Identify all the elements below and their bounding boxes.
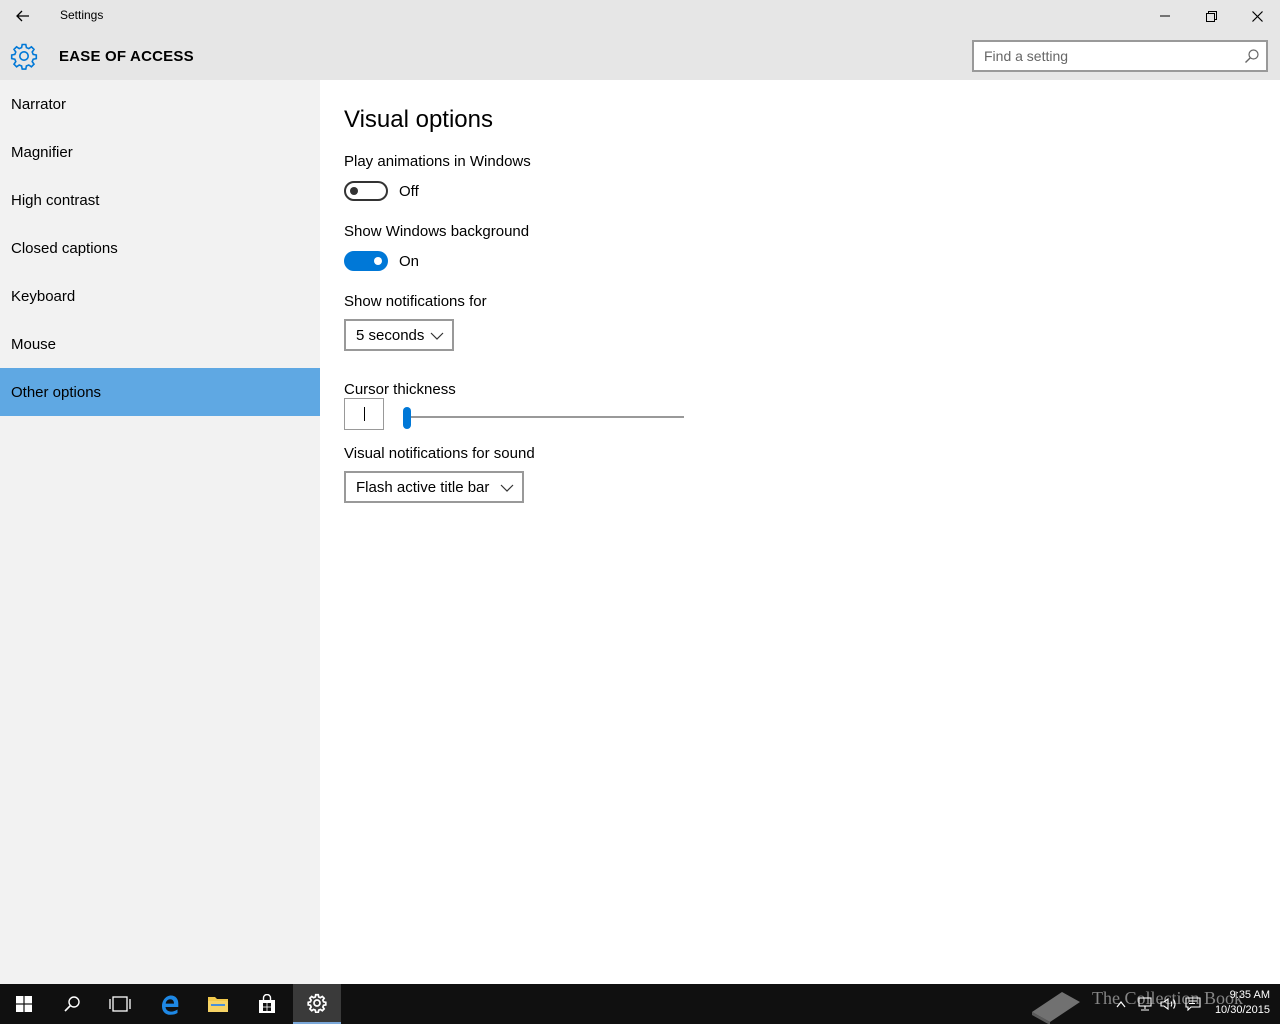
window-title: Settings [60, 8, 104, 22]
taskbar-search-button[interactable] [48, 984, 96, 1024]
watermark-book-icon [1032, 992, 1080, 1024]
main-content: Visual options Play animations in Window… [320, 80, 1280, 984]
sidebar-item-mouse[interactable]: Mouse [0, 320, 320, 368]
page-title: Visual options [344, 106, 493, 133]
close-button[interactable] [1234, 0, 1280, 32]
taskbar-clock[interactable]: 9:35 AM 10/30/2015 [1206, 988, 1270, 1018]
task-view-button[interactable] [96, 984, 144, 1024]
sidebar: Narrator Magnifier High contrast Closed … [0, 80, 320, 984]
sidebar-item-closed-captions[interactable]: Closed captions [0, 224, 320, 272]
back-button[interactable] [0, 0, 46, 32]
animations-state: Off [399, 183, 419, 200]
background-label: Show Windows background [344, 223, 530, 240]
search-icon[interactable] [1244, 48, 1260, 64]
animations-toggle[interactable] [344, 181, 388, 201]
text-cursor [364, 407, 365, 421]
sound-dropdown[interactable]: Flash active title bar [344, 471, 524, 503]
animations-label: Play animations in Windows [344, 153, 531, 170]
chevron-up-icon [1116, 1001, 1126, 1008]
notifications-label: Show notifications for [344, 293, 487, 310]
background-toggle[interactable] [344, 251, 388, 271]
edge-button[interactable] [146, 984, 194, 1024]
search-box[interactable] [972, 40, 1268, 72]
notifications-dropdown[interactable]: 5 seconds [344, 319, 454, 351]
chevron-down-icon [430, 332, 444, 340]
cursor-thickness-track[interactable] [406, 416, 684, 418]
action-center-button[interactable] [1182, 984, 1204, 1024]
search-icon [64, 996, 80, 1012]
cursor-preview [344, 398, 384, 430]
restore-button[interactable] [1188, 0, 1234, 32]
section-title: EASE OF ACCESS [59, 48, 194, 65]
clock-time: 9:35 AM [1229, 989, 1270, 1001]
sidebar-item-keyboard[interactable]: Keyboard [0, 272, 320, 320]
title-bar: Settings [0, 0, 1280, 32]
store-button[interactable] [243, 984, 291, 1024]
taskbar: The Collection Book 9:35 AM 10/30/2015 [0, 984, 1280, 1024]
background-state: On [399, 253, 420, 270]
sidebar-item-high-contrast[interactable]: High contrast [0, 176, 320, 224]
clock-date: 10/30/2015 [1214, 1004, 1270, 1016]
cursor-thickness-thumb[interactable] [403, 407, 411, 429]
start-button[interactable] [0, 984, 48, 1024]
network-icon [1138, 997, 1152, 1011]
action-center-icon [1185, 997, 1201, 1011]
network-button[interactable] [1134, 984, 1156, 1024]
sound-label: Visual notifications for sound [344, 445, 535, 462]
file-explorer-button[interactable] [194, 984, 242, 1024]
page-header: EASE OF ACCESS [0, 32, 1280, 80]
minimize-icon [1160, 15, 1170, 17]
task-view-icon [109, 996, 131, 1012]
chevron-down-icon [500, 484, 514, 492]
settings-icon [307, 993, 327, 1013]
toggle-knob [350, 187, 358, 195]
cursor-label: Cursor thickness [344, 381, 456, 398]
sound-value: Flash active title bar [356, 478, 490, 496]
volume-button[interactable] [1158, 984, 1180, 1024]
sidebar-item-other-options[interactable]: Other options [0, 368, 320, 416]
edge-icon [162, 995, 179, 1015]
show-hidden-icons-button[interactable] [1112, 984, 1130, 1024]
volume-icon [1160, 997, 1176, 1011]
restore-icon [1205, 10, 1217, 22]
back-arrow-icon [16, 10, 29, 22]
sidebar-item-magnifier[interactable]: Magnifier [0, 128, 320, 176]
close-icon [1251, 10, 1263, 22]
toggle-knob [374, 257, 382, 265]
file-explorer-icon [208, 997, 228, 1012]
sidebar-item-narrator[interactable]: Narrator [0, 80, 320, 128]
gear-icon [10, 43, 38, 70]
minimize-button[interactable] [1142, 0, 1188, 32]
search-input[interactable] [974, 42, 1234, 70]
notifications-value: 5 seconds [356, 326, 425, 344]
settings-taskbar-button[interactable] [293, 984, 341, 1024]
store-icon [259, 994, 275, 1013]
windows-start-icon [16, 996, 32, 1012]
